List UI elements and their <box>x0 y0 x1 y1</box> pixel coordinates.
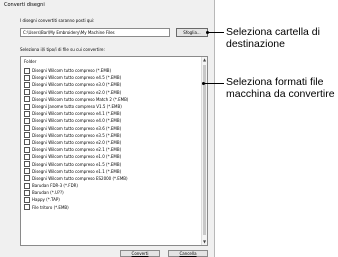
format-label: Barudan FDR-3 (*.FDR) <box>32 183 78 189</box>
format-label: Disegni Wilcom tutto compreso e4.1 (*.EM… <box>32 111 122 117</box>
format-checkbox[interactable] <box>24 117 30 124</box>
format-row[interactable]: Happy (*.TAP) <box>24 196 128 203</box>
convert-designs-dialog: Converti disegni I disegni convertiti sa… <box>0 0 215 257</box>
format-label: Disegni Wilcom tutto compreso e3.5 (*.EM… <box>32 132 122 138</box>
scroll-down-icon[interactable]: ▼ <box>202 239 207 245</box>
format-checkbox[interactable] <box>24 196 30 203</box>
format-label: Disegni Wilcom tutto compreso e1.5 (*.EM… <box>32 161 122 167</box>
format-row[interactable]: Disegni Wilcom tutto compreso e3.6 (*.EM… <box>24 125 128 132</box>
browse-button[interactable]: Sfoglia... <box>176 28 208 37</box>
output-folder-input[interactable] <box>20 28 170 37</box>
format-checkbox[interactable] <box>24 67 30 74</box>
dialog-title: Converti disegni <box>4 2 45 8</box>
format-checkbox[interactable] <box>24 74 30 81</box>
format-label: Disegni Wilcom tutto compreso e1.0 (*.EM… <box>32 154 122 160</box>
format-label: Disegni Wilcom tutto compreso e3.6 (*.EM… <box>32 125 122 131</box>
format-checkbox[interactable] <box>24 189 30 196</box>
format-label: Barudan (*.U??) <box>32 190 64 196</box>
format-label: Disegni Wilcom tutto compreso ES2000 (*.… <box>32 175 128 181</box>
format-checkbox[interactable] <box>24 89 30 96</box>
format-row[interactable]: Disegni Wilcom tutto compreso e4.1 (*.EM… <box>24 110 128 117</box>
format-checkbox[interactable] <box>24 96 30 103</box>
format-row[interactable]: Disegni Wilcom tutto compreso ES2000 (*.… <box>24 175 128 182</box>
format-label: Disegni Wilcom tutto compreso e2.1 (*.EM… <box>32 147 122 153</box>
format-label: Disegni Wilcom tutto compreso (*.EMB) <box>32 68 112 74</box>
format-row[interactable]: Disegni Wilcom tutto compreso Match 2 (*… <box>24 96 128 103</box>
format-row[interactable]: Disegni Wilcom tutto compreso e4.0 (*.EM… <box>24 117 128 124</box>
format-checkbox[interactable] <box>24 161 30 168</box>
cancel-button-label: Cancella <box>179 251 197 256</box>
output-folder-label: I disegni convertiti saranno posti qui: <box>20 18 95 23</box>
format-row[interactable]: Disegni Wilcom tutto compreso e3.5 (*.EM… <box>24 132 128 139</box>
format-label: File tritoro (*.EMB) <box>32 204 69 210</box>
format-row[interactable]: Disegni Wilcom tutto compreso e2.0 (*.EM… <box>24 139 128 146</box>
format-label: Disegni Wilcom tutto compreso e3.0 (*.EM… <box>32 82 122 88</box>
format-row[interactable]: Disegni Wilcom tutto compreso e2.1 (*.EM… <box>24 146 128 153</box>
convert-button[interactable]: Converti <box>120 250 160 257</box>
format-label: Disegni Wilcom tutto compreso e2.0 (*.EM… <box>32 139 122 145</box>
format-row[interactable]: Disegni Wilcom tutto compreso e2.0 (*.EM… <box>24 89 128 96</box>
format-row[interactable]: Disegni Wilcom tutto compreso e1.5 (*.EM… <box>24 160 128 168</box>
list-header: Folder <box>24 59 37 64</box>
format-row[interactable]: Disegni Wilcom tutto compreso e1.0 (*.EM… <box>24 153 128 160</box>
format-label: Disegni Janome tutto compreso V1.5 (*.EM… <box>32 104 122 110</box>
format-row[interactable]: File tritoro (*.EMB) <box>24 204 128 211</box>
format-label: Disegni Wilcom tutto compreso e1.1 (*.EM… <box>32 168 122 174</box>
scroll-up-icon[interactable]: ▲ <box>202 57 207 63</box>
format-checkbox[interactable] <box>24 204 30 211</box>
format-checkbox[interactable] <box>24 81 30 88</box>
list-scrollbar[interactable]: ▲ ▼ <box>201 57 207 245</box>
format-row[interactable]: Disegni Janome tutto compreso V1.5 (*.EM… <box>24 103 128 110</box>
callout-formats: Seleziona formati file macchina da conve… <box>226 76 335 100</box>
callout-destination: Seleziona cartella di destinazione <box>226 26 320 50</box>
format-checkbox[interactable] <box>24 175 30 182</box>
format-checkbox[interactable] <box>24 153 30 160</box>
format-checkbox[interactable] <box>24 146 30 153</box>
format-row[interactable]: Disegni Wilcom tutto compreso e3.0 (*.EM… <box>24 81 128 88</box>
format-label: Happy (*.TAP) <box>32 197 60 203</box>
format-checkbox[interactable] <box>24 168 30 175</box>
format-checkbox[interactable] <box>24 182 30 189</box>
format-checkbox[interactable] <box>24 132 30 139</box>
format-row[interactable]: Disegni Wilcom tutto compreso e4.5 (*.EM… <box>24 74 128 81</box>
format-label: Disegni Wilcom tutto compreso e4.0 (*.EM… <box>32 118 122 124</box>
format-label: Disegni Wilcom tutto compreso Match 2 (*… <box>32 96 129 102</box>
format-row[interactable]: Barudan (*.U??) <box>24 189 128 196</box>
scroll-thumb[interactable] <box>203 65 206 235</box>
format-row[interactable]: Barudan FDR-3 (*.FDR) <box>24 182 128 189</box>
format-label: Disegni Wilcom tutto compreso e4.5 (*.EM… <box>32 75 122 81</box>
format-checkbox[interactable] <box>24 125 30 132</box>
format-label: Disegni Wilcom tutto compreso e2.0 (*.EM… <box>32 89 122 95</box>
format-row[interactable]: Disegni Wilcom tutto compreso (*.EMB) <box>24 67 128 74</box>
callout-line-destination <box>208 32 224 33</box>
formats-list[interactable]: Folder Disegni Wilcom tutto compreso (*.… <box>20 56 208 246</box>
format-checkbox[interactable] <box>24 110 30 117</box>
convert-button-label: Converti <box>131 251 149 256</box>
format-checkbox[interactable] <box>24 139 30 146</box>
format-checkbox[interactable] <box>24 103 30 110</box>
formats-label: Seleziona il/i tipo/i di file su cui con… <box>20 47 105 52</box>
format-row[interactable]: Disegni Wilcom tutto compreso e1.1 (*.EM… <box>24 168 128 175</box>
callout-line-formats <box>204 83 224 84</box>
cancel-button[interactable]: Cancella <box>168 250 208 257</box>
formats-rows: Disegni Wilcom tutto compreso (*.EMB) Dis… <box>24 67 128 211</box>
